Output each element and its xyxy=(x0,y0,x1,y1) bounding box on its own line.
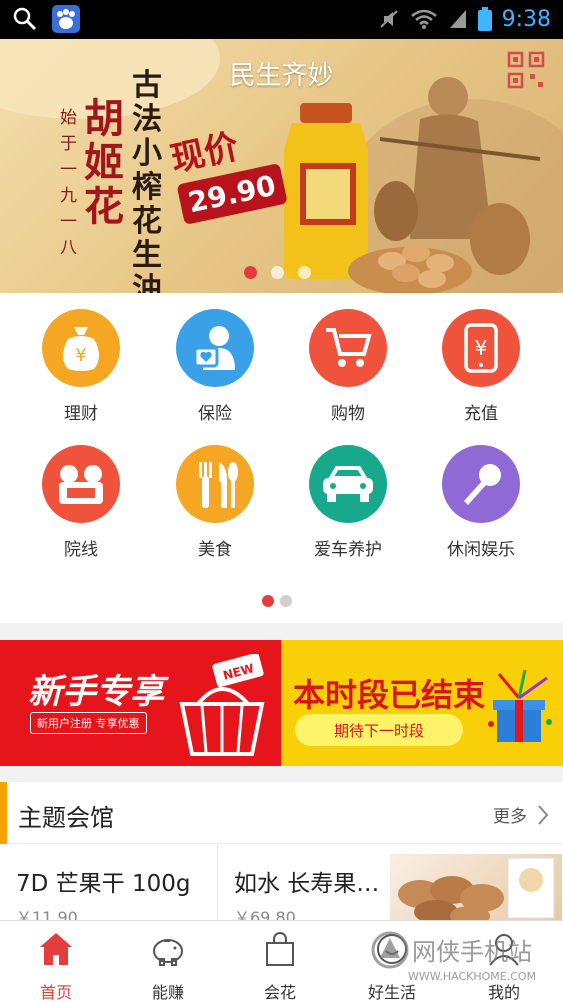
promo-strip: 新手专享 新用户注册 专享优惠 NEW 本时段已结束 期待下一时段 xyxy=(0,640,563,766)
banner-dot-active xyxy=(244,266,257,279)
grid-dot-active xyxy=(262,595,274,607)
promo-banner-carousel[interactable]: 民生齐妙 始于一九一八 胡姬花 古法小榨花生油 现价 29.90 xyxy=(0,39,563,293)
next-timeslot-button[interactable]: 期待下一时段 xyxy=(295,714,463,746)
app-screen: 9:38 民生齐妙 始于一九一八 胡姬花 古法小榨花生油 现价 29.90 ¥ … xyxy=(0,0,563,1002)
grid-item-label: 休闲娱乐 xyxy=(447,540,515,560)
grid-item-label: 购物 xyxy=(331,404,365,424)
grid-item-label: 充值 xyxy=(464,404,498,424)
more-label: 更多 xyxy=(493,807,527,827)
grid-item-label: 院线 xyxy=(64,540,98,560)
shopping-bag-icon xyxy=(266,932,294,966)
qr-scan-icon[interactable] xyxy=(507,51,545,89)
product-card[interactable]: 7D 芒果干 100g ￥11.90 xyxy=(16,844,212,927)
newbie-title: 新手专享 xyxy=(28,672,164,712)
grid-item-label: 保险 xyxy=(198,404,232,424)
cinema-projector-icon xyxy=(42,445,120,523)
basket-icon: NEW xyxy=(179,654,265,756)
nav-mine[interactable]: 我的 xyxy=(448,921,560,1002)
section-accent-bar xyxy=(0,782,7,844)
clock-time: 9:38 xyxy=(501,6,551,32)
nav-label: 好生活 xyxy=(367,983,416,1002)
grid-item-yuanxian[interactable]: 院线 xyxy=(21,445,141,560)
life-icon xyxy=(377,934,407,964)
status-bar: 9:38 xyxy=(0,0,563,39)
svg-text:¥: ¥ xyxy=(475,336,488,360)
gift-box-icon xyxy=(488,669,552,742)
search-icon xyxy=(13,7,37,31)
grid-item-licai[interactable]: ¥ 理财 xyxy=(21,309,141,424)
signal-icon xyxy=(449,10,466,28)
bottom-navigation: 首页 能赚 会花 好生活 我的 xyxy=(0,920,563,1002)
baidu-app-icon xyxy=(52,5,80,33)
product-card[interactable]: 如水 长寿果… ￥69.80 xyxy=(234,844,394,927)
nav-spend[interactable]: 会花 xyxy=(224,921,336,1002)
phone-recharge-icon: ¥ xyxy=(442,309,520,387)
newbie-subtitle: 新用户注册 专享优惠 xyxy=(30,712,147,734)
grid-dot xyxy=(280,595,292,607)
banner-dot xyxy=(271,266,284,279)
shopping-cart-icon xyxy=(309,309,387,387)
product-name: 如水 长寿果… xyxy=(234,871,380,897)
more-link[interactable]: 更多 xyxy=(493,802,549,827)
nav-life[interactable]: 好生活 xyxy=(336,921,448,1002)
section-header: 主题会馆 更多 xyxy=(0,782,563,844)
home-icon xyxy=(40,933,72,965)
mute-icon xyxy=(379,10,398,28)
grid-item-xiuxian[interactable]: 休闲娱乐 xyxy=(421,445,541,560)
brand-name: 胡姬花 xyxy=(84,95,124,230)
product-name: 古法小榨花生油 xyxy=(132,68,162,294)
grid-item-label: 理财 xyxy=(64,404,98,424)
money-bag-icon: ¥ xyxy=(42,309,120,387)
nav-label: 能赚 xyxy=(151,983,184,1002)
nav-label: 我的 xyxy=(487,983,520,1002)
product-divider xyxy=(217,844,218,922)
banner-pagination xyxy=(244,266,311,279)
chevron-right-icon xyxy=(538,804,549,825)
grid-item-label: 美食 xyxy=(198,540,232,560)
banner-title: 民生齐妙 xyxy=(229,61,334,91)
product-name: 7D 芒果干 100g xyxy=(16,871,191,897)
microphone-icon xyxy=(442,445,520,523)
product-thumbnail[interactable] xyxy=(390,854,562,922)
nav-earn[interactable]: 能赚 xyxy=(112,921,224,1002)
brand-since-text: 始于一九一八 xyxy=(60,108,77,258)
car-icon xyxy=(309,445,387,523)
timeslot-promo-card[interactable]: 本时段已结束 期待下一时段 xyxy=(281,640,563,766)
grid-item-gouwu[interactable]: 购物 xyxy=(288,309,408,424)
grid-pagination xyxy=(262,595,292,607)
section-title: 主题会馆 xyxy=(18,804,114,832)
nav-label: 会花 xyxy=(263,983,296,1002)
grid-item-aiche[interactable]: 爱车养护 xyxy=(288,445,408,560)
status-indicators: 9:38 xyxy=(378,4,551,34)
newbie-promo-card[interactable]: 新手专享 新用户注册 专享优惠 NEW xyxy=(0,640,281,766)
grid-item-label: 爱车养护 xyxy=(314,540,382,560)
insurance-person-icon xyxy=(176,309,254,387)
fork-knife-icon xyxy=(176,445,254,523)
nav-home[interactable]: 首页 xyxy=(0,921,112,1002)
svg-text:¥: ¥ xyxy=(75,345,86,366)
nav-label: 首页 xyxy=(39,983,72,1002)
user-icon xyxy=(489,934,519,966)
battery-icon xyxy=(477,7,492,31)
wifi-icon xyxy=(410,9,437,29)
grid-item-meishi[interactable]: 美食 xyxy=(155,445,275,560)
timeslot-status: 本时段已结束 xyxy=(293,676,486,714)
grid-item-chongzhi[interactable]: ¥ 充值 xyxy=(421,309,541,424)
grid-item-baoxian[interactable]: 保险 xyxy=(155,309,275,424)
piggy-bank-icon xyxy=(153,939,183,966)
service-grid: ¥ 理财 保险 购物 ¥ 充值 院线 美食 爱车养护 休闲娱乐 xyxy=(0,293,563,623)
banner-dot xyxy=(298,266,311,279)
theme-hall-section: 主题会馆 更多 7D 芒果干 100g ￥11.90 如水 长寿果… ￥69.8… xyxy=(0,782,563,927)
